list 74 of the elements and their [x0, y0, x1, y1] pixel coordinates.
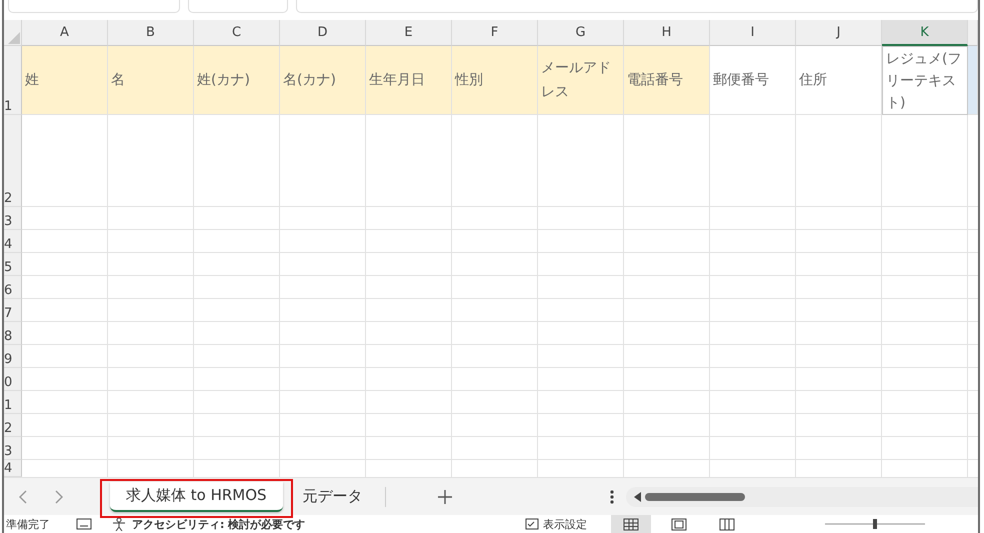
row-header[interactable]: 3: [4, 437, 22, 460]
page-layout-view-icon: [671, 518, 688, 530]
cell-mode-icon: [76, 518, 92, 530]
header-cell: メールアドレス: [538, 46, 624, 115]
add-sheet-icon[interactable]: [438, 490, 452, 504]
row-header[interactable]: 9: [4, 345, 22, 368]
header-cell: 姓: [22, 46, 108, 115]
row-header[interactable]: 3: [4, 207, 22, 230]
header-cell: 電話番号: [624, 46, 710, 115]
formula-bar-field[interactable]: [296, 0, 978, 13]
column-header[interactable]: B: [108, 20, 194, 46]
scroll-left-icon[interactable]: [634, 492, 641, 502]
chevron-right-icon[interactable]: [54, 490, 64, 504]
page-break-view-icon: [719, 518, 736, 530]
column-header[interactable]: A: [22, 20, 108, 46]
accessibility-icon[interactable]: [112, 517, 126, 531]
display-settings-icon[interactable]: [525, 518, 540, 530]
header-cell: 住所: [796, 46, 882, 115]
header-cell: レジュメ(フリーテキスト): [882, 46, 968, 115]
row-number: 2: [4, 421, 12, 436]
row-header[interactable]: 0: [4, 368, 22, 391]
row-number: 1: [4, 99, 12, 114]
accessibility-status[interactable]: アクセシビリティ: 検討が必要です: [132, 516, 306, 532]
cell-grid[interactable]: [22, 115, 978, 477]
header-cell: 郵便番号: [710, 46, 796, 115]
horizontal-scrollbar[interactable]: [626, 486, 978, 506]
column-header[interactable]: F: [452, 20, 538, 46]
row-header[interactable]: 1: [4, 46, 22, 115]
row-header[interactable]: 6: [4, 276, 22, 299]
more-options-icon[interactable]: [610, 490, 614, 504]
row-header[interactable]: 7: [4, 299, 22, 322]
scrollbar-thumb[interactable]: [644, 492, 745, 500]
sheet-tab[interactable]: 元データ: [288, 480, 377, 512]
column-header[interactable]: G: [538, 20, 624, 46]
column-header[interactable]: I: [710, 20, 796, 46]
row-number: 0: [4, 375, 12, 390]
row-header[interactable]: 4: [4, 460, 22, 477]
row-header[interactable]: 2: [4, 115, 22, 207]
row-header[interactable]: 5: [4, 253, 22, 276]
corner-triangle-icon: [8, 32, 20, 44]
column-header[interactable]: D: [280, 20, 366, 46]
row-number: 9: [4, 352, 12, 367]
row-number: 3: [4, 214, 12, 229]
column-header[interactable]: K: [882, 20, 968, 46]
row-number: 2: [4, 191, 12, 206]
row-header[interactable]: 2: [4, 414, 22, 437]
header-cell: 姓(カナ): [194, 46, 280, 115]
row-number: 1: [4, 398, 12, 413]
chevron-left-icon[interactable]: [18, 490, 28, 504]
row-header[interactable]: 8: [4, 322, 22, 345]
row-number: 7: [4, 306, 12, 321]
header-cell: 性別: [452, 46, 538, 115]
sheet-tab[interactable]: 求人媒体 to HRMOS: [110, 482, 283, 512]
column-header[interactable]: E: [366, 20, 452, 46]
column-header[interactable]: H: [624, 20, 710, 46]
header-cell: 名: [108, 46, 194, 115]
row-number: 8: [4, 329, 12, 344]
column-header[interactable]: J: [796, 20, 882, 46]
zoom-slider-icon[interactable]: [825, 517, 926, 531]
row-number: 4: [4, 237, 12, 252]
normal-view-icon: [623, 518, 640, 530]
row-header[interactable]: 4: [4, 230, 22, 253]
row-number: 4: [4, 461, 12, 476]
normal-view-button[interactable]: [611, 515, 652, 533]
row-number: 3: [4, 444, 12, 459]
row-number: 5: [4, 260, 12, 275]
row-number: 6: [4, 283, 12, 298]
status-text: 準備完了: [6, 516, 50, 532]
column-header[interactable]: C: [194, 20, 280, 46]
header-cell: 名(カナ): [280, 46, 366, 115]
header-cell: 生年月日: [366, 46, 452, 115]
partial-cell: [968, 46, 978, 115]
display-settings-label[interactable]: 表示設定: [543, 516, 588, 532]
row-header[interactable]: 1: [4, 391, 22, 414]
